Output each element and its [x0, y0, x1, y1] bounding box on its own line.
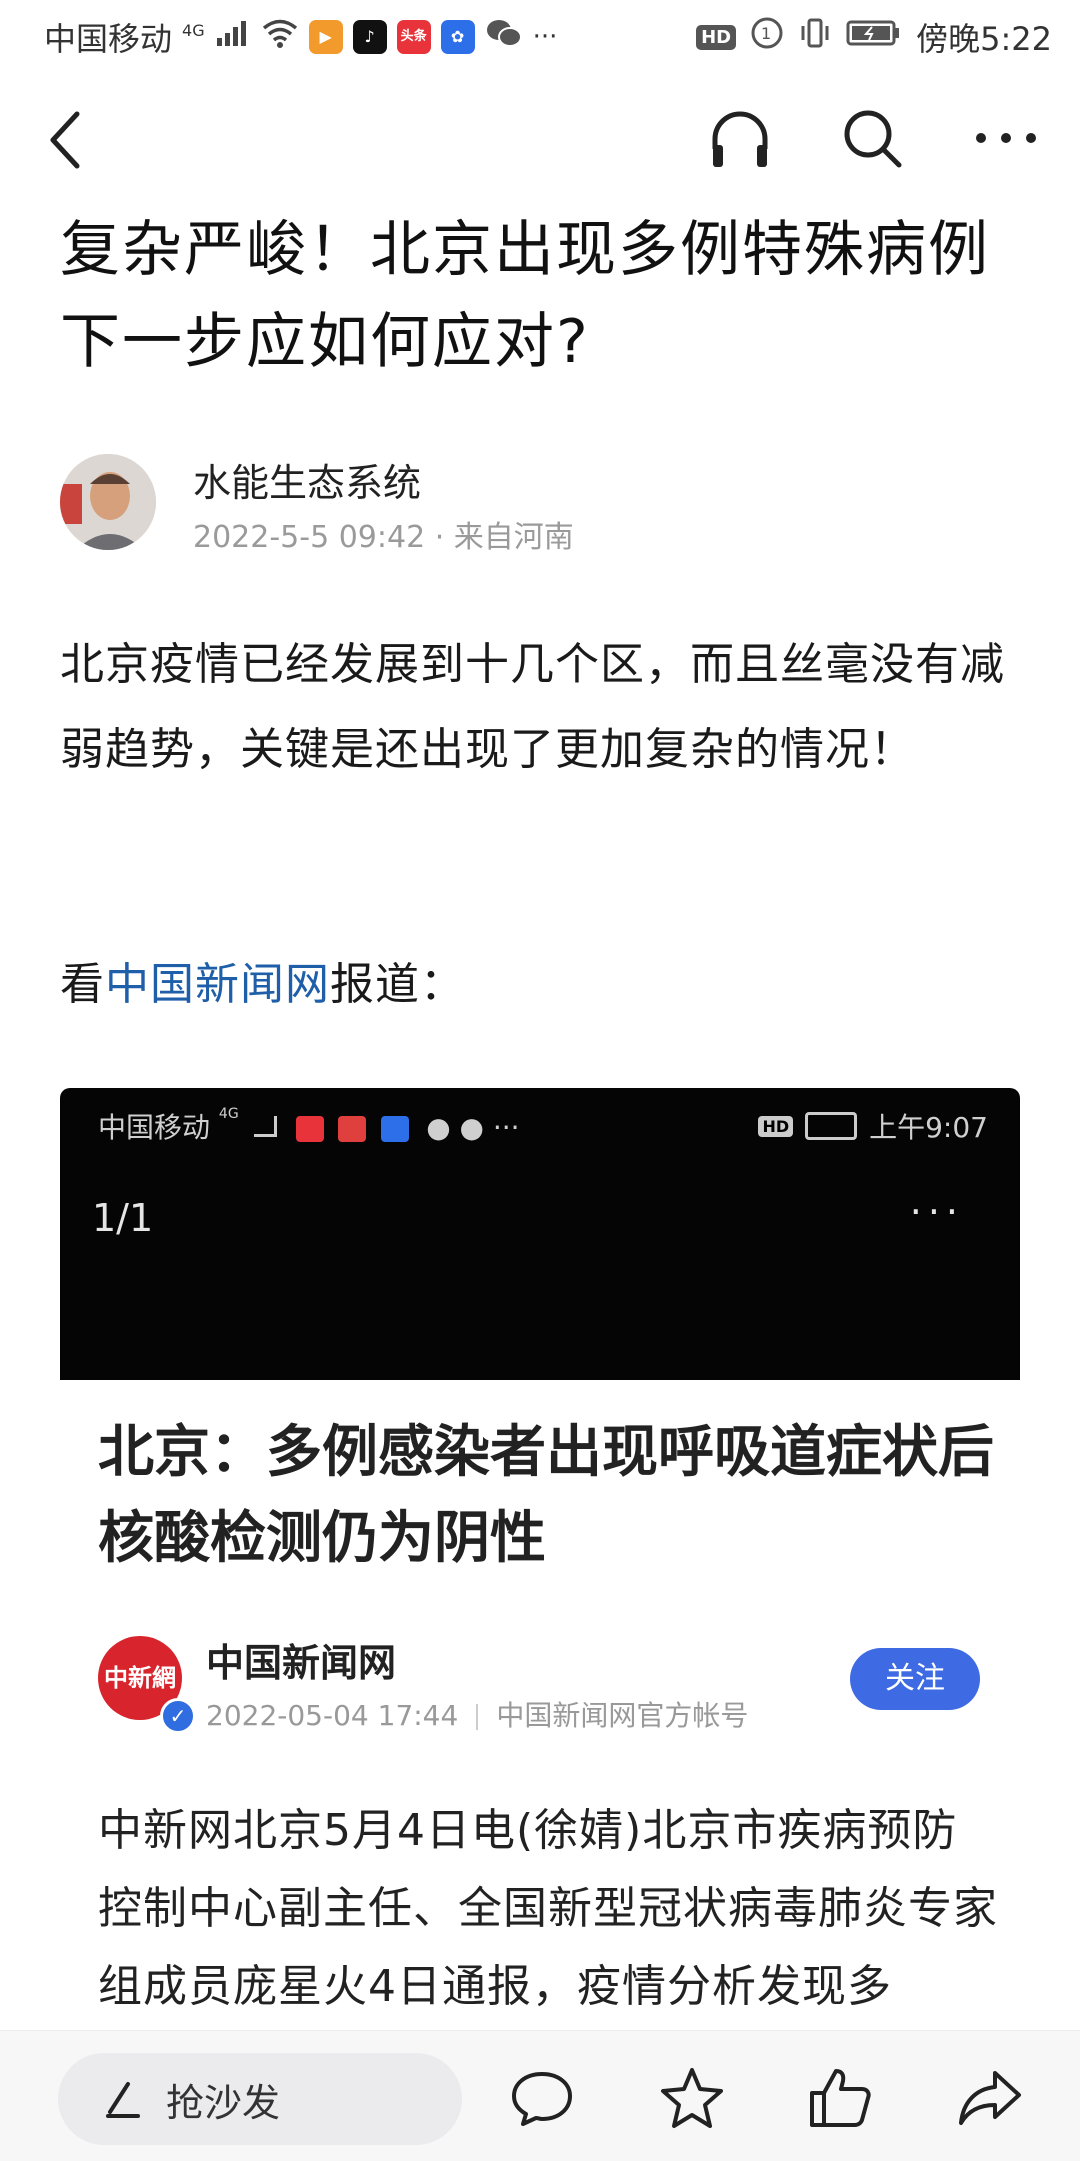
- like-button[interactable]: [798, 2057, 882, 2139]
- more-button[interactable]: [966, 98, 1046, 178]
- author-avatar[interactable]: [60, 454, 156, 550]
- back-button[interactable]: [30, 100, 100, 180]
- network-label: 4G: [182, 20, 205, 40]
- embedded-status-right: HD 上午9:07: [758, 1106, 988, 1146]
- chevron-left-icon: [50, 111, 80, 169]
- wifi-icon: [261, 18, 299, 56]
- like-icon: [810, 2069, 871, 2127]
- embedded-status-carrier: 中国移动 4G ● ● ···: [98, 1106, 520, 1144]
- embedded-source-meta: 2022-05-04 17:44 中国新闻网官方帐号: [206, 1694, 748, 1734]
- comment-input[interactable]: 抢沙发: [58, 2053, 462, 2145]
- embedded-headline: 北京：多例感染者出现呼吸道症状后核酸检测仍为阴性: [98, 1420, 994, 1571]
- signal-icon: [215, 18, 251, 56]
- share-icon: [959, 2071, 1021, 2125]
- top-nav: [0, 72, 1080, 202]
- article-title: 复杂严峻！北京出现多例特殊病例下一步应如何应对?: [60, 215, 990, 377]
- embedded-body-text: 中新网北京5月4日电(徐婧)北京市疾病预防控制中心副主任、全国新型冠状病毒肺炎专…: [98, 1805, 998, 2012]
- share-button[interactable]: [948, 2057, 1032, 2139]
- embedded-more-icon: ···: [909, 1190, 964, 1234]
- app-notification-icon: ▶: [308, 20, 343, 54]
- wechat-icon: [485, 17, 523, 57]
- search-icon: [844, 110, 902, 168]
- search-button[interactable]: [834, 98, 910, 178]
- source-link[interactable]: 中国新闻网: [105, 959, 330, 1010]
- more-status-icon: ···: [532, 22, 558, 52]
- vibrate-icon: [798, 16, 832, 58]
- paragraph-suffix: 报道：: [330, 959, 465, 1010]
- hd-badge: HD: [696, 24, 737, 50]
- comment-icon: [512, 2072, 572, 2126]
- star-icon: [661, 2068, 723, 2128]
- tiktok-icon: ♪: [352, 20, 387, 54]
- listen-button[interactable]: [704, 98, 776, 178]
- embedded-article: 北京：多例感染者出现呼吸道症状后核酸检测仍为阴性 中新網 ✓ 中国新闻网 202…: [60, 1380, 1020, 2078]
- article-paragraph-source: 看中国新闻网报道：: [60, 942, 1030, 1027]
- edit-icon: [106, 2082, 140, 2118]
- toutiao-icon: 头条: [396, 20, 431, 54]
- paragraph-prefix: 看: [60, 959, 105, 1010]
- verified-badge-icon: ✓: [160, 1698, 196, 1734]
- battery-icon: [846, 18, 902, 56]
- embedded-screenshot[interactable]: 中国移动 4G ● ● ··· HD 上午9:07 1/1 ··· 北京：多例感…: [60, 1088, 1020, 2078]
- author-name[interactable]: 水能生态系统: [193, 452, 421, 507]
- image-pager: 1/1: [92, 1196, 154, 1240]
- follow-button: 关注: [850, 1648, 980, 1710]
- article-meta: 2022-5-5 09:42 · 来自河南: [193, 520, 574, 555]
- headphones-icon: [712, 111, 768, 167]
- carrier-label: 中国移动: [44, 20, 173, 58]
- article-paragraph: 北京疫情已经发展到十几个区，而且丝毫没有减弱趋势，关键是还出现了更加复杂的情况！: [60, 639, 1005, 775]
- baidu-icon: ✿: [440, 20, 475, 54]
- favorite-button[interactable]: [650, 2057, 734, 2139]
- embedded-source-name: 中国新闻网: [206, 1641, 397, 1685]
- comment-placeholder: 抢沙发: [166, 2080, 281, 2125]
- svg-text:1: 1: [761, 24, 771, 43]
- embedded-source-date: 2022-05-04 17:44: [206, 1699, 459, 1732]
- status-bar: 中国移动 4G ▶ ♪ 头条 ✿ ··· HD 1 傍晚5:22: [0, 0, 1080, 72]
- embedded-dark-header: 中国移动 4G ● ● ··· HD 上午9:07 1/1 ···: [60, 1088, 1020, 1380]
- comment-button[interactable]: [500, 2059, 584, 2139]
- embedded-source-desc: 中国新闻网官方帐号: [496, 1699, 749, 1732]
- clock-label: 傍晚5:22: [916, 20, 1052, 58]
- more-horizontal-icon: [976, 133, 1036, 143]
- data-saver-icon: 1: [750, 16, 784, 58]
- embedded-status-time: 上午9:07: [869, 1111, 988, 1144]
- bottom-action-bar: 抢沙发: [0, 2030, 1080, 2161]
